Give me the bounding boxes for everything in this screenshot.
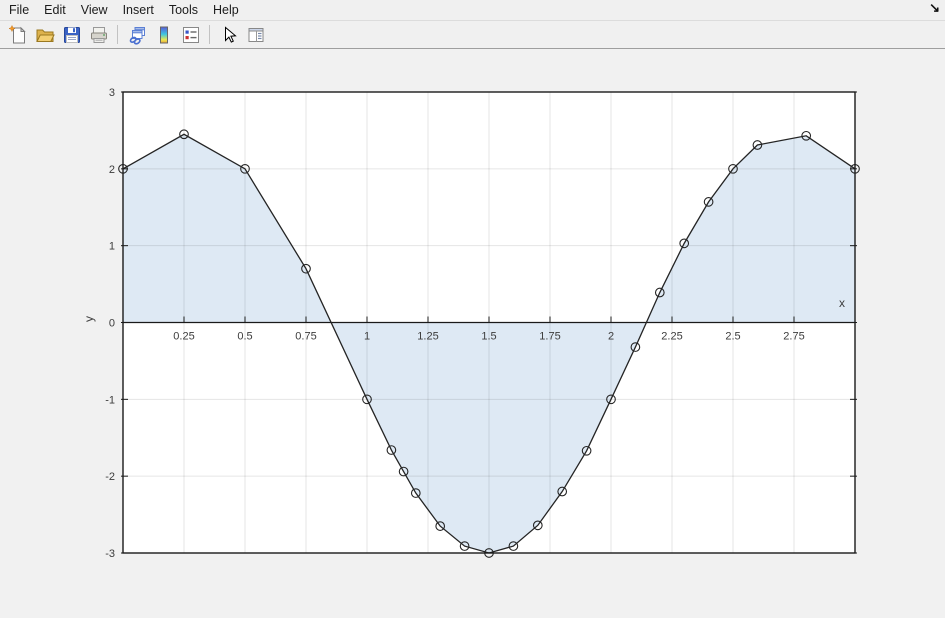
x-tick-label: 1.25	[417, 331, 438, 343]
insert-colorbar-button[interactable]	[151, 23, 176, 47]
open-file-icon	[35, 25, 55, 45]
save-figure-icon	[62, 25, 82, 45]
plot-tools-icon	[246, 25, 266, 45]
link-plot-button[interactable]	[124, 23, 149, 47]
x-tick-label: 0.75	[295, 331, 316, 343]
menu-file[interactable]: File	[2, 1, 36, 19]
y-tick-label: 3	[109, 87, 115, 99]
toolbar-separator	[209, 25, 210, 44]
x-tick-label: 2.25	[661, 331, 682, 343]
y-tick-label: -1	[105, 394, 115, 406]
edit-plot-icon	[219, 25, 239, 45]
figure-canvas[interactable]: 0.25 0.5 0.75 1 1.25 1.5 1.75 2 2.25 2.5 2.75 3 2 1 0 -…	[0, 49, 945, 618]
link-plot-icon	[127, 25, 147, 45]
menubar: File Edit View Insert Tools Help ↘	[0, 0, 945, 21]
open-file-button[interactable]	[32, 23, 57, 47]
plot-area: 0.25 0.5 0.75 1 1.25 1.5 1.75 2 2.25 2.5 2.75 3 2 1 0 -…	[0, 49, 945, 618]
x-tick-label: 1.5	[481, 331, 496, 343]
x-tick-label: 2.5	[725, 331, 740, 343]
menu-edit[interactable]: Edit	[37, 1, 73, 19]
menu-view[interactable]: View	[74, 1, 115, 19]
toolbar-separator	[117, 25, 118, 44]
new-figure-icon	[8, 25, 28, 45]
toolbar	[0, 21, 945, 49]
figure-window: File Edit View Insert Tools Help ↘	[0, 0, 945, 618]
y-tick-label: -3	[105, 548, 115, 560]
plot-tools-button[interactable]	[243, 23, 268, 47]
insert-legend-button[interactable]	[178, 23, 203, 47]
insert-legend-icon	[181, 25, 201, 45]
edit-plot-button[interactable]	[216, 23, 241, 47]
x-tick-label: 1.75	[539, 331, 560, 343]
print-figure-icon	[89, 25, 109, 45]
y-tick-label: 0	[109, 318, 115, 330]
x-tick-label: 0.25	[173, 331, 194, 343]
x-tick-label: 1	[364, 331, 370, 343]
x-axis-label: x	[839, 296, 845, 310]
x-tick-label: 0.5	[237, 331, 252, 343]
x-tick-label: 2	[608, 331, 614, 343]
y-tick-label: -2	[105, 471, 115, 483]
menu-tools[interactable]: Tools	[162, 1, 205, 19]
menu-help[interactable]: Help	[206, 1, 246, 19]
y-axis-label: y	[82, 316, 96, 322]
toolbar-overflow-icon[interactable]: ↘	[929, 0, 940, 16]
menu-insert[interactable]: Insert	[116, 1, 161, 19]
y-tick-label: 1	[109, 241, 115, 253]
insert-colorbar-icon	[154, 25, 174, 45]
y-tick-label: 2	[109, 164, 115, 176]
save-figure-button[interactable]	[59, 23, 84, 47]
x-tick-label: 2.75	[783, 331, 804, 343]
print-figure-button[interactable]	[86, 23, 111, 47]
new-figure-button[interactable]	[5, 23, 30, 47]
